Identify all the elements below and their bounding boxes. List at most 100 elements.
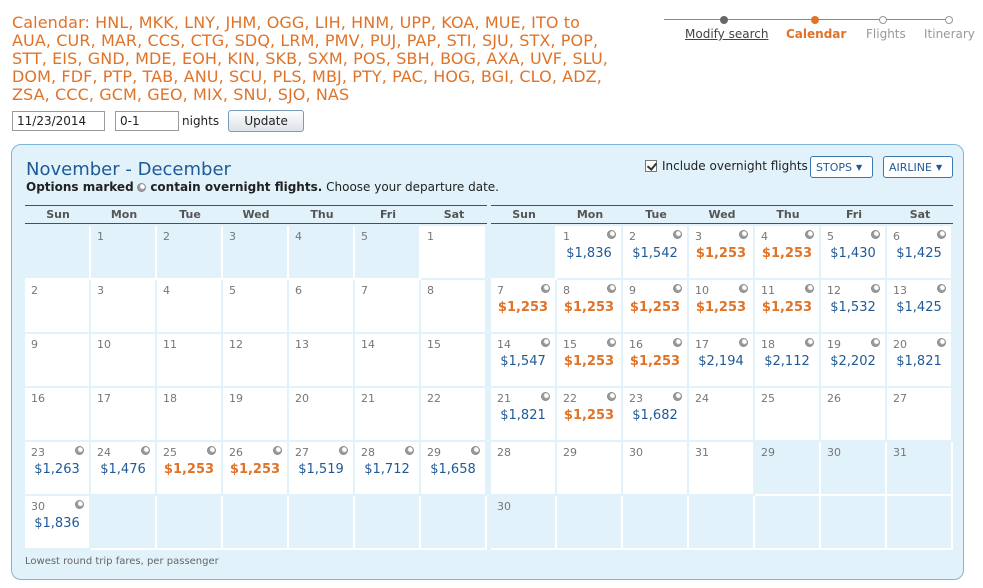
calendar-day[interactable]: 14 (355, 334, 421, 388)
calendar-day[interactable]: 20 (289, 388, 355, 442)
nights-input[interactable] (115, 111, 179, 131)
lowest-fare-price[interactable]: $1,253 (755, 246, 819, 261)
calendar-day[interactable]: 10 $1,253 (689, 280, 755, 334)
fare-price[interactable]: $1,547 (491, 354, 555, 369)
calendar-day[interactable]: 21 $1,821 (491, 388, 557, 442)
calendar-day[interactable]: 28 (491, 442, 557, 496)
calendar-day[interactable]: 13 (289, 334, 355, 388)
calendar-day[interactable]: 2 $1,542 (623, 226, 689, 280)
calendar-day[interactable]: 1 (421, 226, 487, 280)
calendar-day[interactable]: 27 $1,519 (289, 442, 355, 496)
calendar-day[interactable]: 25 $1,253 (157, 442, 223, 496)
calendar-day[interactable]: 18 (157, 388, 223, 442)
fare-price[interactable]: $2,194 (689, 354, 753, 369)
calendar-day[interactable]: 20 $1,821 (887, 334, 953, 388)
fare-price[interactable]: $1,425 (887, 246, 951, 261)
calendar-day[interactable]: 5 $1,430 (821, 226, 887, 280)
calendar-day[interactable]: 8 $1,253 (557, 280, 623, 334)
calendar-day[interactable]: 25 (755, 388, 821, 442)
include-overnight-checkbox[interactable] (645, 160, 657, 172)
calendar-day[interactable]: 27 (887, 388, 953, 442)
fare-price[interactable]: $1,712 (355, 462, 419, 477)
calendar-day[interactable]: 19 (223, 388, 289, 442)
fare-price[interactable]: $1,430 (821, 246, 885, 261)
calendar-day[interactable]: 4 (157, 280, 223, 334)
fare-price[interactable]: $2,112 (755, 354, 819, 369)
calendar-day[interactable]: 31 (689, 442, 755, 496)
calendar-day[interactable]: 30 (623, 442, 689, 496)
calendar-day[interactable]: 4 $1,253 (755, 226, 821, 280)
calendar-day[interactable]: 1 $1,836 (557, 226, 623, 280)
calendar-day[interactable]: 5 (223, 280, 289, 334)
fare-price[interactable]: $1,658 (421, 462, 485, 477)
fare-price[interactable]: $1,476 (91, 462, 155, 477)
calendar-day[interactable]: 14 $1,547 (491, 334, 557, 388)
calendar-day[interactable]: 8 (421, 280, 487, 334)
airline-filter-button[interactable]: AIRLINE ▼ (883, 156, 953, 178)
calendar-day[interactable]: 7 $1,253 (491, 280, 557, 334)
calendar-day[interactable]: 29 (557, 442, 623, 496)
calendar-day[interactable]: 11 (157, 334, 223, 388)
lowest-fare-price[interactable]: $1,253 (623, 300, 687, 315)
stops-filter-button[interactable]: STOPS ▼ (810, 156, 873, 178)
fare-price[interactable]: $1,263 (25, 462, 89, 477)
lowest-fare-price[interactable]: $1,253 (223, 462, 287, 477)
calendar-day[interactable]: 9 (25, 334, 91, 388)
calendar-day[interactable]: 3 (91, 280, 157, 334)
calendar-day[interactable]: 12 (223, 334, 289, 388)
calendar-day[interactable]: 29 $1,658 (421, 442, 487, 496)
calendar-day[interactable]: 6 $1,425 (887, 226, 953, 280)
lowest-fare-price[interactable]: $1,253 (557, 300, 621, 315)
fare-price[interactable]: $1,836 (25, 516, 89, 531)
calendar-day[interactable]: 30 $1,836 (25, 496, 91, 550)
lowest-fare-price[interactable]: $1,253 (755, 300, 819, 315)
calendar-day[interactable]: 21 (355, 388, 421, 442)
lowest-fare-price[interactable]: $1,253 (157, 462, 221, 477)
fare-price[interactable]: $1,682 (623, 408, 687, 423)
fare-price[interactable]: $1,836 (557, 246, 621, 261)
calendar-day[interactable]: 22 $1,253 (557, 388, 623, 442)
calendar-day[interactable]: 6 (289, 280, 355, 334)
fare-price[interactable]: $1,532 (821, 300, 885, 315)
calendar-day[interactable]: 11 $1,253 (755, 280, 821, 334)
calendar-day[interactable]: 15 (421, 334, 487, 388)
calendar-day[interactable]: 26 (821, 388, 887, 442)
lowest-fare-price[interactable]: $1,253 (689, 300, 753, 315)
include-overnight-toggle[interactable]: Include overnight flights (645, 159, 808, 173)
calendar-day[interactable]: 10 (91, 334, 157, 388)
calendar-day[interactable]: 12 $1,532 (821, 280, 887, 334)
calendar-day[interactable]: 16 $1,253 (623, 334, 689, 388)
calendar-day[interactable]: 23 $1,263 (25, 442, 91, 496)
calendar-day[interactable]: 19 $2,202 (821, 334, 887, 388)
calendar-day[interactable]: 17 $2,194 (689, 334, 755, 388)
step-modify-search[interactable]: Modify search (685, 27, 768, 41)
calendar-day[interactable]: 26 $1,253 (223, 442, 289, 496)
fare-price[interactable]: $1,542 (623, 246, 687, 261)
fare-price[interactable]: $1,425 (887, 300, 951, 315)
update-button[interactable]: Update (228, 110, 305, 132)
lowest-fare-price[interactable]: $1,253 (491, 300, 555, 315)
fare-price[interactable]: $2,202 (821, 354, 885, 369)
calendar-day[interactable]: 22 (421, 388, 487, 442)
fare-price[interactable]: $1,519 (289, 462, 353, 477)
calendar-day[interactable]: 2 (25, 280, 91, 334)
fare-price[interactable]: $1,821 (887, 354, 951, 369)
calendar-day[interactable]: 23 $1,682 (623, 388, 689, 442)
calendar-day[interactable]: 9 $1,253 (623, 280, 689, 334)
calendar-day[interactable]: 24 (689, 388, 755, 442)
calendar-day[interactable]: 18 $2,112 (755, 334, 821, 388)
calendar-day[interactable]: 7 (355, 280, 421, 334)
calendar-day[interactable]: 24 $1,476 (91, 442, 157, 496)
calendar-day[interactable]: 3 $1,253 (689, 226, 755, 280)
calendar-day[interactable]: 15 $1,253 (557, 334, 623, 388)
lowest-fare-price[interactable]: $1,253 (557, 408, 621, 423)
fare-price[interactable]: $1,821 (491, 408, 555, 423)
lowest-fare-price[interactable]: $1,253 (557, 354, 621, 369)
calendar-day[interactable]: 13 $1,425 (887, 280, 953, 334)
calendar-day[interactable]: 17 (91, 388, 157, 442)
departure-date-input[interactable] (12, 111, 105, 131)
lowest-fare-price[interactable]: $1,253 (689, 246, 753, 261)
calendar-day[interactable]: 28 $1,712 (355, 442, 421, 496)
lowest-fare-price[interactable]: $1,253 (623, 354, 687, 369)
calendar-day[interactable]: 16 (25, 388, 91, 442)
